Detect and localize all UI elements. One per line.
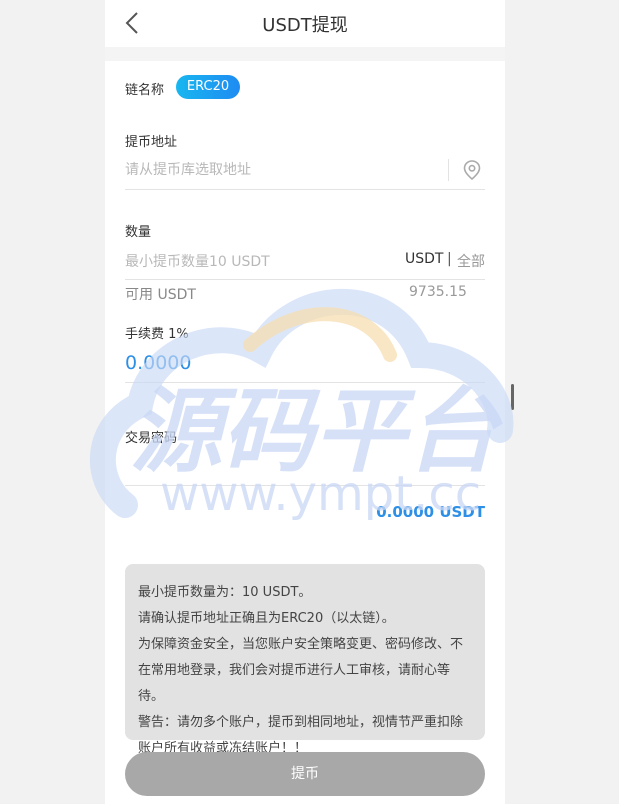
fee-underline <box>125 382 485 383</box>
password-underline <box>125 485 485 486</box>
nav-header: USDT提现 <box>105 0 505 47</box>
scrollbar-thumb[interactable] <box>511 384 514 410</box>
notice-line: 请确认提币地址正确且为ERC20（以太链）。 <box>138 611 395 626</box>
amount-unit: USDT <box>405 251 444 267</box>
fee-value: 0.0000 <box>125 352 192 374</box>
fee-label: 手续费 1% <box>125 327 189 342</box>
amount-label: 数量 <box>125 225 152 240</box>
notice-box: 最小提币数量为：10 USDT。 请确认提币地址正确且为ERC20（以太链）。 … <box>125 564 485 756</box>
notice-line: 最小提币数量为：10 USDT。 <box>138 585 312 600</box>
available-value: 9735.15 <box>409 284 467 300</box>
address-underline <box>125 189 485 190</box>
available-label: 可用 USDT <box>125 287 196 303</box>
page-title: USDT提现 <box>262 15 348 36</box>
amount-input[interactable] <box>125 252 385 272</box>
password-label: 交易密码 <box>125 431 178 446</box>
withdraw-form: 链名称 ERC20 提币地址 数量 USDT | 全部 可用 USDT 9735… <box>105 61 505 804</box>
notice-line: 为保障资金安全，当您账户安全策略变更、密码修改、不在常用地登录，我们会对提币进行… <box>138 637 464 704</box>
total-amount: 0.0000 USDT <box>376 503 485 521</box>
unit-separator: | <box>447 251 452 267</box>
address-separator <box>448 159 449 181</box>
location-pin-icon[interactable] <box>461 159 483 181</box>
submit-withdraw-button[interactable]: 提币 <box>125 752 485 796</box>
trade-password-input[interactable] <box>125 455 485 477</box>
withdraw-all-button[interactable]: 全部 <box>457 251 485 271</box>
app-container: USDT提现 链名称 ERC20 提币地址 数量 USDT | 全部 可用 US… <box>105 0 505 804</box>
chain-selector-erc20[interactable]: ERC20 <box>176 75 240 99</box>
chain-label: 链名称 <box>125 83 165 98</box>
address-label: 提币地址 <box>125 135 178 150</box>
amount-underline <box>125 279 485 280</box>
address-input[interactable] <box>125 160 435 180</box>
